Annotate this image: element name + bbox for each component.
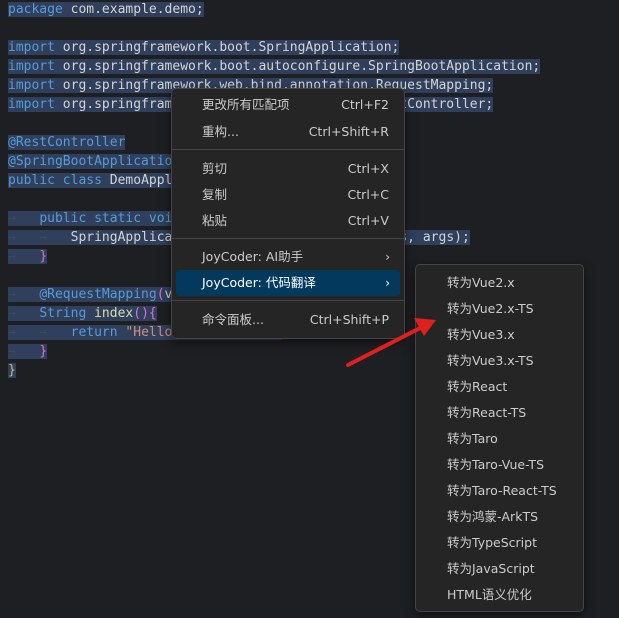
red-arrow-annotation: [346, 318, 436, 367]
